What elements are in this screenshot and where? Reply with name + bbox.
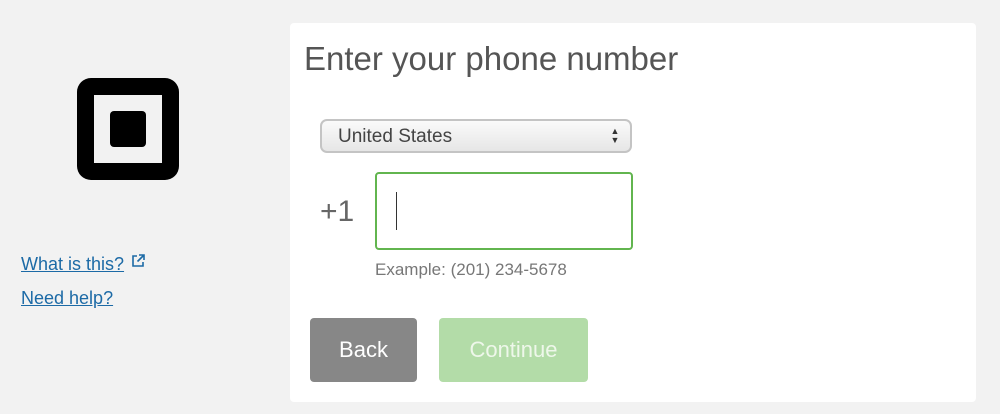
external-link-icon xyxy=(130,253,146,274)
page-title: Enter your phone number xyxy=(304,40,679,77)
country-code: +1 xyxy=(320,195,355,228)
back-button[interactable]: Back xyxy=(310,318,417,382)
square-logo-inner xyxy=(110,111,146,147)
continue-button[interactable]: Continue xyxy=(439,318,588,382)
phone-example-hint: Example: (201) 234-5678 xyxy=(375,260,567,279)
country-select[interactable]: United States ▲ ▼ xyxy=(320,119,632,153)
phone-number-input[interactable] xyxy=(375,172,633,250)
country-select-value: United States xyxy=(338,126,453,147)
select-arrows-icon: ▲ ▼ xyxy=(610,126,620,145)
square-logo-icon xyxy=(77,78,179,180)
need-help-link[interactable]: Need help? xyxy=(21,288,113,309)
text-caret xyxy=(396,192,397,230)
sidebar: What is this? Need help? xyxy=(0,0,290,414)
what-is-this-link[interactable]: What is this? xyxy=(21,253,146,275)
what-is-this-label: What is this? xyxy=(21,254,125,274)
phone-form-card: Enter your phone number United States ▲ ▼… xyxy=(290,23,976,402)
